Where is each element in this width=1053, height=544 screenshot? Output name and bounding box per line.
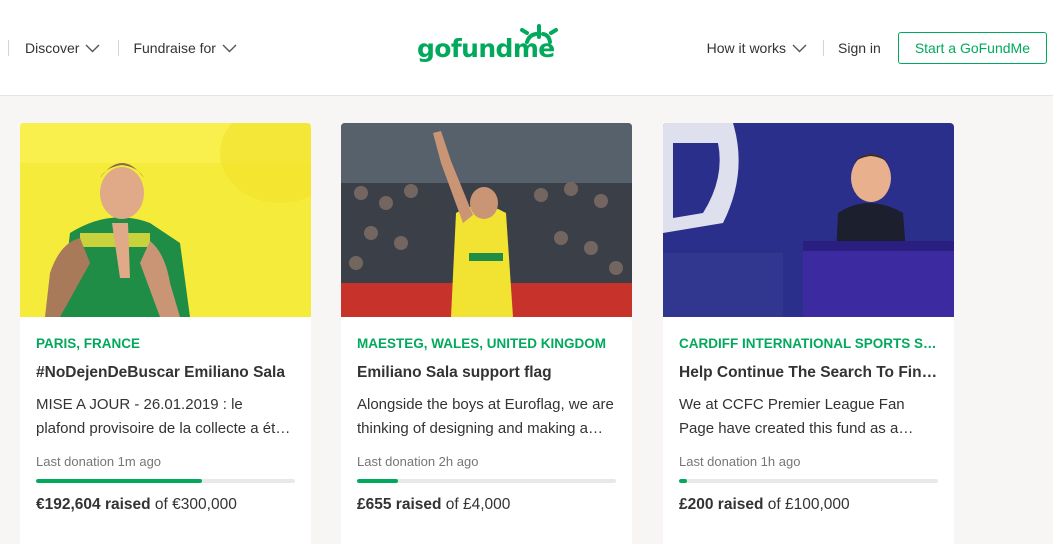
campaign-photo[interactable] bbox=[341, 123, 632, 317]
campaign-card[interactable]: PARIS, FRANCE #NoDejenDeBuscar Emiliano … bbox=[20, 123, 311, 544]
campaign-location: MAESTEG, WALES, UNITED KINGDOM bbox=[357, 336, 607, 351]
last-donation-text: Last donation 1h ago bbox=[679, 454, 801, 469]
sign-in-label: Sign in bbox=[838, 40, 881, 56]
campaign-description: Alongside the boys at Euroflag, we are t… bbox=[357, 396, 614, 437]
nav-left: Discover Fundraise for bbox=[0, 0, 237, 96]
last-donation-text: Last donation 1m ago bbox=[36, 454, 162, 469]
progress-fill bbox=[679, 479, 687, 483]
goal-amount: of €300,000 bbox=[150, 496, 237, 513]
campaign-location: CARDIFF INTERNATIONAL SPORTS STADIUM bbox=[679, 336, 938, 351]
start-gofundme-label: Start a GoFundMe bbox=[914, 40, 1030, 56]
nav-divider bbox=[118, 40, 120, 56]
raised-summary: €192,604 raised of €300,000 bbox=[36, 496, 295, 514]
progress-bar bbox=[36, 479, 295, 483]
raised-amount: £200 raised bbox=[679, 496, 764, 513]
logo-wordmark: gofundme bbox=[417, 34, 555, 63]
nav-how-it-works-label: How it works bbox=[706, 40, 787, 56]
nav-divider bbox=[8, 40, 9, 56]
gofundme-logo[interactable]: gofundme bbox=[416, 22, 558, 68]
sign-in-link[interactable]: Sign in bbox=[838, 40, 881, 56]
nav-how-it-works[interactable]: How it works bbox=[707, 40, 807, 56]
progress-fill bbox=[36, 479, 202, 483]
chevron-down-icon bbox=[792, 44, 807, 53]
campaign-card[interactable]: CARDIFF INTERNATIONAL SPORTS STADIUM Hel… bbox=[663, 123, 954, 544]
campaign-card[interactable]: MAESTEG, WALES, UNITED KINGDOM Emiliano … bbox=[341, 123, 632, 544]
progress-fill bbox=[357, 479, 399, 483]
raised-summary: £200 raised of £100,000 bbox=[679, 496, 938, 514]
nav-right: How it works Sign in Start a GoFundMe bbox=[707, 0, 1053, 96]
campaign-title[interactable]: Help Continue The Search To Find Emilian… bbox=[679, 364, 938, 382]
start-gofundme-button[interactable]: Start a GoFundMe bbox=[897, 32, 1047, 64]
campaign-photo[interactable] bbox=[663, 123, 954, 317]
nav-fundraise-for-label: Fundraise for bbox=[133, 40, 216, 56]
raised-amount: €192,604 raised bbox=[36, 496, 151, 513]
campaign-location: PARIS, FRANCE bbox=[36, 336, 141, 351]
nav-divider bbox=[823, 40, 825, 56]
chevron-down-icon bbox=[222, 44, 237, 53]
campaign-title[interactable]: Emiliano Sala support flag bbox=[357, 364, 616, 382]
last-donation-text: Last donation 2h ago bbox=[357, 454, 479, 469]
site-header: Discover Fundraise for gofundme How it w… bbox=[0, 0, 1053, 96]
goal-amount: of £100,000 bbox=[763, 496, 850, 513]
campaign-description: We at CCFC Premier League Fan Page have … bbox=[679, 396, 905, 437]
campaign-description: MISE A JOUR - 26.01.2019 : le plafond pr… bbox=[36, 396, 284, 437]
goal-amount: of £4,000 bbox=[441, 496, 511, 513]
campaign-title[interactable]: #NoDejenDeBuscar Emiliano Sala bbox=[36, 364, 295, 382]
campaign-photo[interactable] bbox=[20, 123, 311, 317]
nav-fundraise-for[interactable]: Fundraise for bbox=[133, 40, 237, 56]
raised-summary: £655 raised of £4,000 bbox=[357, 496, 616, 514]
raised-amount: £655 raised bbox=[357, 496, 442, 513]
progress-bar bbox=[357, 479, 616, 483]
chevron-down-icon bbox=[85, 44, 100, 53]
nav-discover-label: Discover bbox=[25, 40, 80, 56]
progress-bar bbox=[679, 479, 938, 483]
nav-discover[interactable]: Discover bbox=[25, 40, 100, 56]
